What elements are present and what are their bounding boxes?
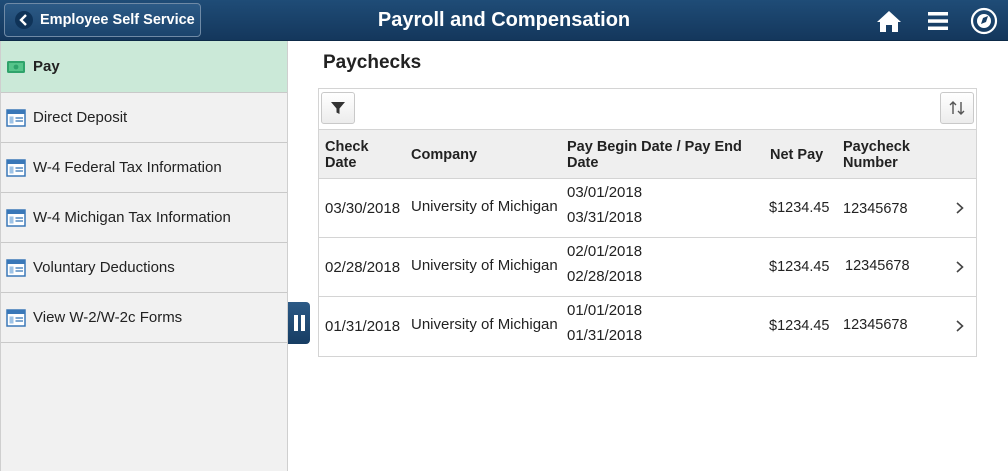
header-bar: Employee Self Service Payroll and Compen…	[0, 0, 1008, 41]
check-date-cell: 02/28/2018	[325, 259, 401, 276]
pay-end-date-cell: 02/28/2018	[567, 268, 643, 285]
net-pay-cell: $1234.45	[769, 259, 830, 275]
page-icon	[6, 108, 26, 128]
sidebar-item-view-w2[interactable]: View W-2/W-2c Forms	[1, 293, 287, 343]
sidebar-item-direct-deposit[interactable]: Direct Deposit	[1, 93, 287, 143]
check-date-cell: 03/30/2018	[325, 200, 401, 217]
table-header: Check Date Company Pay Begin Date / Pay …	[319, 130, 976, 179]
column-header-net-pay[interactable]: Net Pay	[770, 147, 823, 163]
chevron-right-icon	[956, 261, 964, 273]
sidebar-item-label: Pay	[33, 58, 60, 75]
pay-end-date-cell: 03/31/2018	[567, 209, 643, 226]
chevron-right-icon	[956, 320, 964, 332]
grid-toolbar	[319, 89, 976, 130]
sidebar-item-label: W-4 Federal Tax Information	[33, 159, 222, 176]
menu-icon[interactable]	[923, 6, 953, 36]
chevron-left-icon	[14, 10, 34, 30]
section-title: Paychecks	[323, 52, 422, 73]
page-icon	[6, 158, 26, 178]
company-cell: University of Michigan	[411, 257, 558, 274]
sidebar-item-label: Voluntary Deductions	[33, 259, 175, 276]
sort-icon	[949, 101, 965, 115]
column-header-pay-dates[interactable]: Pay Begin Date / Pay End Date	[567, 139, 757, 171]
paycheck-number-cell: 12345678	[845, 258, 910, 274]
filter-icon	[331, 102, 345, 114]
paycheck-number-cell: 12345678	[843, 201, 908, 217]
column-header-company[interactable]: Company	[411, 147, 477, 163]
sidebar-item-pay[interactable]: Pay	[1, 41, 287, 93]
chevron-right-icon	[956, 202, 964, 214]
left-navigation: Pay Direct Deposit W-4 Federal Tax Infor…	[0, 41, 288, 471]
page-icon	[6, 208, 26, 228]
pay-begin-date-cell: 01/01/2018	[567, 302, 643, 319]
net-pay-cell: $1234.45	[769, 318, 830, 334]
sidebar-item-w4-michigan[interactable]: W-4 Michigan Tax Information	[1, 193, 287, 243]
sort-button[interactable]	[940, 92, 974, 124]
table-row[interactable]: 03/30/2018 University of Michigan 03/01/…	[319, 179, 976, 238]
company-cell: University of Michigan	[411, 198, 558, 215]
money-icon	[6, 57, 26, 77]
sidebar-item-label: W-4 Michigan Tax Information	[33, 209, 231, 226]
back-button-label: Employee Self Service	[40, 12, 195, 28]
pay-begin-date-cell: 02/01/2018	[567, 243, 643, 260]
page-icon	[6, 308, 26, 328]
company-cell: University of Michigan	[411, 316, 558, 333]
page-icon	[6, 258, 26, 278]
sidebar-item-label: Direct Deposit	[33, 109, 128, 126]
filter-button[interactable]	[321, 92, 355, 124]
collapse-panel-button[interactable]	[288, 302, 310, 344]
pay-begin-date-cell: 03/01/2018	[567, 184, 643, 201]
sidebar-item-voluntary-deductions[interactable]: Voluntary Deductions	[1, 243, 287, 293]
table-row[interactable]: 02/28/2018 University of Michigan 02/01/…	[319, 238, 976, 297]
sidebar-item-w4-federal[interactable]: W-4 Federal Tax Information	[1, 143, 287, 193]
pause-bar	[300, 315, 305, 331]
check-date-cell: 01/31/2018	[325, 318, 401, 335]
paycheck-number-cell: 12345678	[843, 317, 908, 333]
net-pay-cell: $1234.45	[769, 200, 830, 216]
table-row[interactable]: 01/31/2018 University of Michigan 01/01/…	[319, 297, 976, 356]
back-button[interactable]: Employee Self Service	[4, 3, 201, 37]
home-icon[interactable]	[874, 6, 904, 36]
paychecks-grid: Check Date Company Pay Begin Date / Pay …	[318, 88, 977, 357]
navbar-icon[interactable]	[969, 6, 999, 36]
sidebar-item-label: View W-2/W-2c Forms	[33, 309, 183, 326]
pause-bar	[293, 315, 298, 331]
pay-end-date-cell: 01/31/2018	[567, 327, 643, 344]
column-header-check-date[interactable]: Check Date	[325, 139, 395, 171]
column-header-paycheck-number[interactable]: Paycheck Number	[843, 139, 923, 171]
